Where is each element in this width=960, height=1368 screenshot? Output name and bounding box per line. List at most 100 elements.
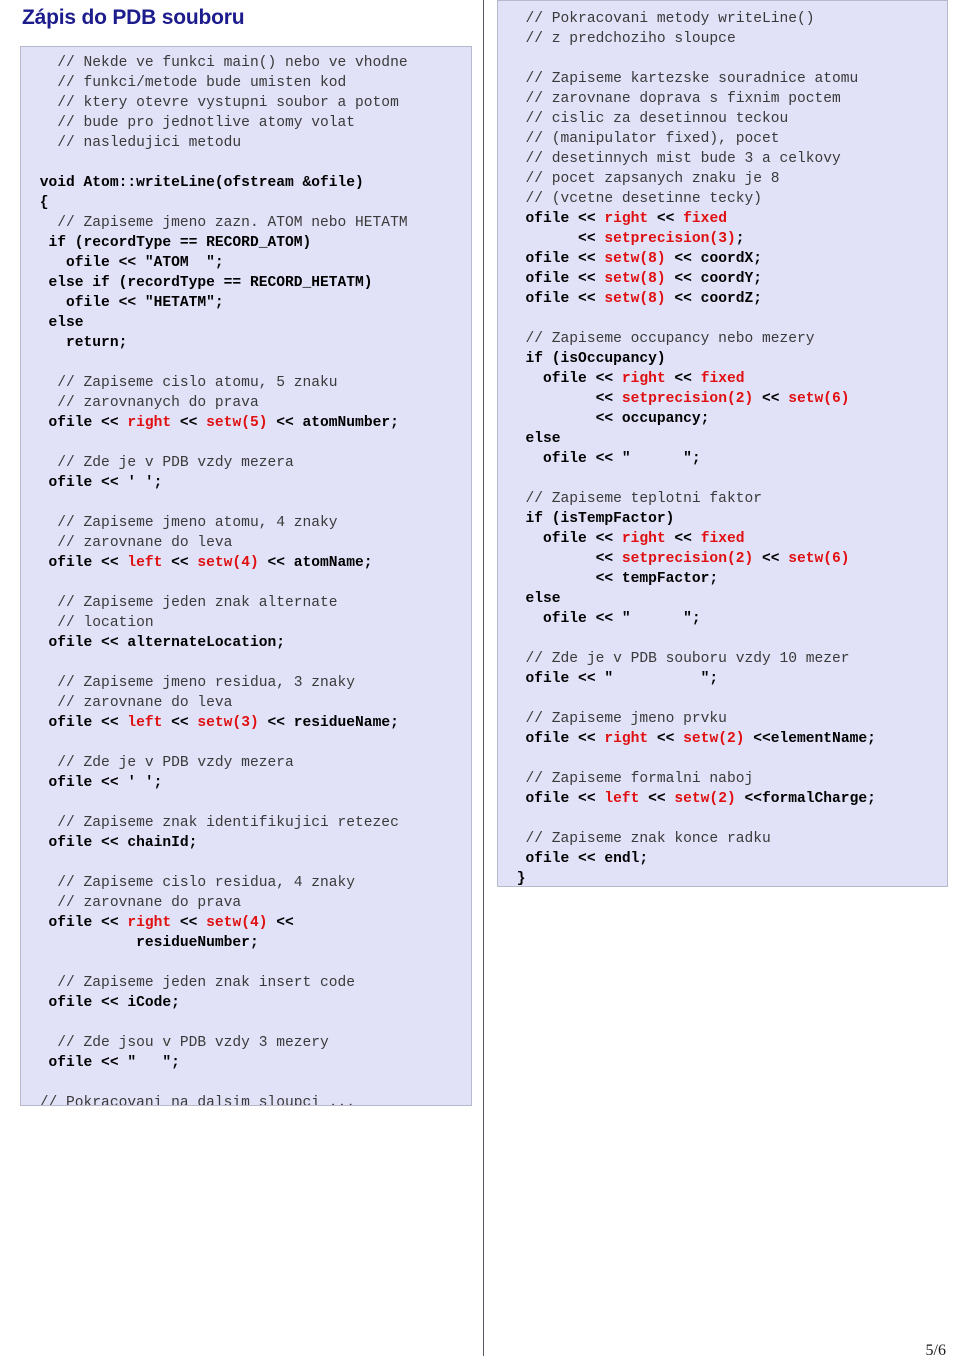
code-keyword: setw(8) (604, 291, 666, 307)
code-line: ofile << ' '; (31, 773, 467, 793)
code-line: // (manipulator fixed), pocet (508, 129, 943, 149)
code-text: return; (31, 335, 128, 351)
code-line: // desetinnych mist bude 3 a celkovy (508, 149, 943, 169)
code-text: ofile << " "; (508, 611, 701, 627)
code-text: ofile << (508, 791, 605, 807)
code-comment: // Zapiseme jeden znak insert code (31, 975, 356, 991)
code-keyword: right (621, 371, 666, 387)
code-comment: // funkci/metode bude umisten kod (31, 75, 347, 91)
code-text: << (171, 915, 207, 931)
code-line: return; (31, 333, 467, 353)
code-line: ofile << " "; (31, 1053, 467, 1073)
code-keyword: right (127, 415, 172, 431)
code-line: ofile << chainId; (31, 833, 467, 853)
code-keyword: right (621, 531, 666, 547)
code-comment: // (vcetne desetinne tecky) (508, 191, 762, 207)
code-line: << setprecision(3); (508, 229, 943, 249)
code-line: // Pokracovani metody writeLine() (508, 9, 943, 29)
code-line: << setprecision(2) << setw(6) (508, 389, 943, 409)
code-comment: // location (31, 615, 154, 631)
code-line: // Zapiseme teplotni faktor (508, 489, 943, 509)
code-text: { (31, 195, 49, 211)
code-comment: // Zapiseme znak konce radku (508, 831, 771, 847)
code-line: // Zapiseme jmeno zazn. ATOM nebo HETATM (31, 213, 467, 233)
code-text: << (665, 371, 701, 387)
code-line: } (508, 869, 943, 887)
code-text: ofile << ' '; (31, 775, 163, 791)
code-line: else if (recordType == RECORD_HETATM) (31, 273, 467, 293)
code-line: ofile << left << setw(2) <<formalCharge; (508, 789, 943, 809)
code-text: ofile << "HETATM"; (31, 295, 224, 311)
code-keyword: setw(3) (197, 715, 259, 731)
code-line: // z predchoziho sloupce (508, 29, 943, 49)
code-line: ofile << setw(8) << coordY; (508, 269, 943, 289)
code-text: ofile << (31, 715, 128, 731)
code-comment: // Zapiseme jmeno atomu, 4 znaky (31, 515, 338, 531)
code-keyword: setprecision(3) (604, 231, 736, 247)
page-title: Zápis do PDB souboru (22, 6, 245, 29)
code-line: // Zde je v PDB vzdy mezera (31, 453, 467, 473)
code-line: // bude pro jednotlive atomy volat (31, 113, 467, 133)
code-line: ofile << iCode; (31, 993, 467, 1013)
code-text: } (508, 871, 526, 887)
code-keyword: setw(5) (206, 415, 268, 431)
code-text: << (648, 731, 684, 747)
code-text: << (267, 915, 294, 931)
code-text: ofile << "ATOM "; (31, 255, 224, 271)
code-line: else (31, 313, 467, 333)
code-line: void Atom::writeLine(ofstream &ofile) (31, 173, 467, 193)
code-keyword: fixed (683, 211, 727, 227)
code-comment: // Zde je v PDB souboru vzdy 10 mezer (508, 651, 850, 667)
code-keyword: setw(4) (197, 555, 259, 571)
code-text: ofile << (508, 291, 605, 307)
code-text: << (665, 531, 701, 547)
code-line: ofile << "HETATM"; (31, 293, 467, 313)
code-text: ofile << " "; (508, 671, 719, 687)
code-text: ofile << ' '; (31, 475, 163, 491)
code-line: // zarovnanych do prava (31, 393, 467, 413)
code-line: else (508, 589, 943, 609)
code-line: { (31, 193, 467, 213)
code-line: // Zapiseme jmeno atomu, 4 znaky (31, 513, 467, 533)
code-text: if (isTempFactor) (508, 511, 675, 527)
code-line: // (vcetne desetinne tecky) (508, 189, 943, 209)
code-text: << (171, 415, 207, 431)
code-comment: // Zapiseme jmeno zazn. ATOM nebo HETATM (31, 215, 408, 231)
code-text: else (31, 315, 84, 331)
code-line: << setprecision(2) << setw(6) (508, 549, 943, 569)
code-line: ofile << " "; (508, 609, 943, 629)
code-comment: // Zde jsou v PDB vzdy 3 mezery (31, 1035, 329, 1051)
code-line: // cislic za desetinnou teckou (508, 109, 943, 129)
code-text: ofile << iCode; (31, 995, 180, 1011)
code-keyword: fixed (700, 531, 745, 547)
code-line: // pocet zapsanych znaku je 8 (508, 169, 943, 189)
code-text: if (isOccupancy) (508, 351, 666, 367)
code-line: // nasledujici metodu (31, 133, 467, 153)
code-line: ofile << right << fixed (508, 529, 943, 549)
code-line: ofile << setw(8) << coordX; (508, 249, 943, 269)
code-line: ofile << right << setw(5) << atomNumber; (31, 413, 467, 433)
code-text: << (753, 551, 789, 567)
code-text: << (162, 555, 198, 571)
code-text: << coordX; (665, 251, 762, 267)
code-line: ofile << right << setw(4) << (31, 913, 467, 933)
code-line: else (508, 429, 943, 449)
code-line: ofile << right << fixed (508, 369, 943, 389)
code-line: ofile << left << setw(3) << residueName; (31, 713, 467, 733)
code-text: ofile << (31, 555, 128, 571)
code-text: ofile << alternateLocation; (31, 635, 285, 651)
code-keyword: setw(2) (674, 791, 736, 807)
code-text: void Atom::writeLine(ofstream &ofile) (31, 175, 364, 191)
code-comment: // zarovnane do leva (31, 695, 233, 711)
code-comment: // (manipulator fixed), pocet (508, 131, 780, 147)
code-keyword: setw(6) (788, 551, 850, 567)
code-text: ofile << (508, 211, 605, 227)
